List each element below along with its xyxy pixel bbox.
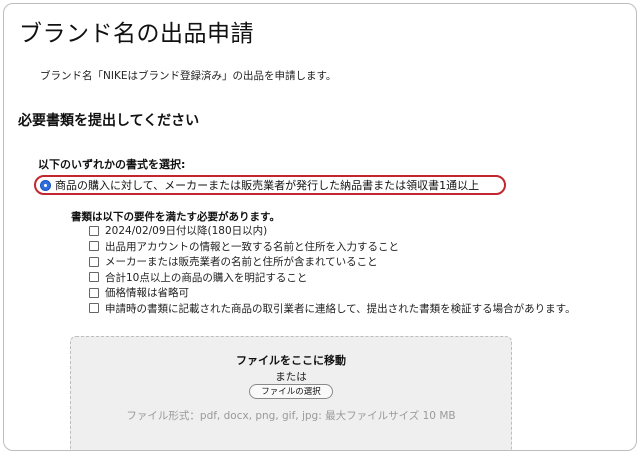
requirement-item: 合計10点以上の商品の購入を明記すること	[89, 270, 576, 286]
requirement-text: 合計10点以上の商品の購入を明記すること	[105, 271, 308, 284]
requirement-text: 価格情報は省略可	[105, 287, 189, 300]
selected-radio-button[interactable]	[40, 179, 51, 191]
requirement-text: 申請時の書類に記載された商品の取引業者に連絡して、提出された書類を検証する場合が…	[105, 302, 576, 315]
choose-file-button[interactable]: ファイルの選択	[249, 384, 333, 399]
requirement-item: 出品用アカウントの情報と一致する名前と住所を入力すること	[89, 239, 576, 255]
page-title: ブランド名の出品申請	[19, 21, 254, 47]
requirement-text: 2024/02/09日付以降(180日以内)	[105, 225, 268, 238]
intro-text: ブランド名「NIKEはブランド登録済み」の出品を申請します。	[40, 70, 337, 82]
file-format-note: ファイル形式：pdf, docx, png, gif, jpg: 最大ファイルサ…	[126, 410, 456, 422]
checkbox[interactable]	[89, 272, 99, 283]
requirements-list: 2024/02/09日付以降(180日以内) 出品用アカウントの情報と一致する名…	[89, 223, 576, 316]
document-choice-label: 以下のいずれかの書式を選択:	[38, 158, 186, 171]
requirement-text: メーカーまたは販売業者の名前と住所が含まれていること	[105, 256, 378, 269]
checkbox[interactable]	[89, 225, 99, 236]
requirements-heading: 書類は以下の要件を満たす必要があります。	[71, 211, 280, 223]
dropzone-or-text: または	[275, 371, 307, 383]
checkbox[interactable]	[89, 303, 99, 314]
file-dropzone[interactable]: ファイルをここに移動 または ファイルの選択 ファイル形式：pdf, docx,…	[70, 336, 512, 450]
dropzone-title: ファイルをここに移動	[236, 354, 346, 367]
requirement-text: 出品用アカウントの情報と一致する名前と住所を入力すること	[105, 240, 399, 253]
checkbox[interactable]	[89, 287, 99, 298]
requirement-item: 価格情報は省略可	[89, 285, 576, 301]
checkbox[interactable]	[89, 256, 99, 267]
requirement-item: 2024/02/09日付以降(180日以内)	[89, 223, 576, 239]
document-option-label: 商品の購入に対して、メーカーまたは販売業者が発行した納品書または領収書1通以上	[55, 179, 480, 192]
requirement-item: メーカーまたは販売業者の名前と住所が含まれていること	[89, 254, 576, 270]
document-option-invoice[interactable]: 商品の購入に対して、メーカーまたは販売業者が発行した納品書または領収書1通以上	[34, 175, 506, 195]
application-form: ブランド名の出品申請 ブランド名「NIKEはブランド登録済み」の出品を申請します…	[3, 3, 637, 451]
checkbox[interactable]	[89, 241, 99, 252]
requirement-item: 申請時の書類に記載された商品の取引業者に連絡して、提出された書類を検証する場合が…	[89, 301, 576, 317]
section-heading: 必要書類を提出してください	[18, 113, 200, 129]
